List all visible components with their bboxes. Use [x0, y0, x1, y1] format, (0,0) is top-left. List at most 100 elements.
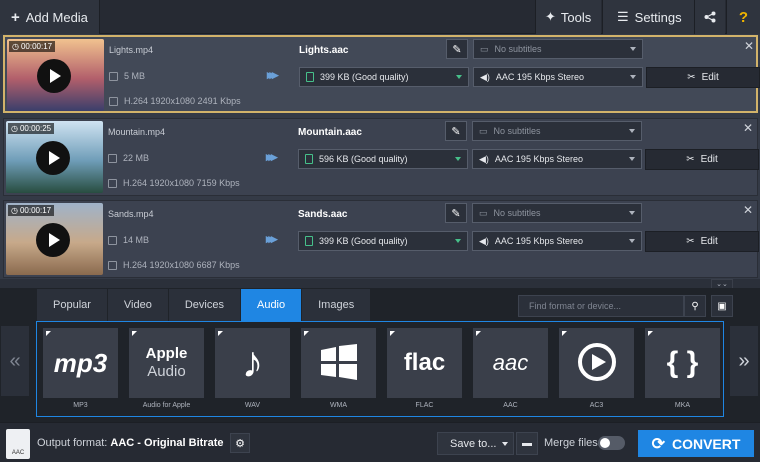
video-thumbnail[interactable]: ◷ 00:00:25	[6, 121, 103, 193]
format-tile-flac[interactable]: flac	[387, 328, 462, 398]
video-thumbnail[interactable]: ◷ 00:00:17	[7, 39, 104, 111]
file-row[interactable]: ◷ 00:00:17 Sands.mp4 14 MB H.264 1920x108…	[3, 200, 759, 278]
quality-dropdown[interactable]: 596 KB (Good quality)	[298, 149, 468, 169]
merge-files-toggle[interactable]	[598, 436, 625, 450]
file-row[interactable]: ◷ 00:00:25 Mountain.mp4 22 MB H.264 1920x…	[3, 118, 759, 196]
tab-devices[interactable]: Devices	[168, 289, 241, 321]
close-icon[interactable]: ✕	[744, 39, 754, 53]
top-toolbar: + Add Media ✦ Tools ☰ Settings ?	[0, 0, 760, 34]
play-icon[interactable]	[36, 141, 70, 175]
arrow-right-icon: ▸▸▸	[267, 67, 278, 82]
output-format-text: Output format: AAC - Original Bitrate	[37, 437, 223, 449]
source-filename: Sands.mp4	[108, 209, 154, 219]
rename-button[interactable]: ✎	[446, 39, 468, 59]
format-tile-wma[interactable]	[301, 328, 376, 398]
file-quality-icon	[305, 236, 313, 246]
scroll-left-button[interactable]: «	[1, 326, 29, 396]
quality-dropdown[interactable]: 399 KB (Good quality)	[298, 231, 468, 251]
close-icon[interactable]: ✕	[743, 121, 753, 135]
corner-marker-icon	[304, 331, 309, 336]
quality-dropdown[interactable]: 399 KB (Good quality)	[299, 67, 469, 87]
flac-icon: flac	[403, 349, 446, 376]
tab-video[interactable]: Video	[107, 289, 169, 321]
merge-files-label: Merge files:	[544, 437, 601, 449]
caret-down-icon	[630, 47, 636, 51]
video-thumbnail[interactable]: ◷ 00:00:17	[6, 203, 103, 275]
edit-button[interactable]: ✂ Edit	[646, 67, 760, 88]
subtitles-dropdown[interactable]: ▭ No subtitles	[472, 121, 642, 141]
settings-button[interactable]: ☰ Settings	[602, 0, 694, 34]
subtitles-dropdown[interactable]: ▭ No subtitles	[473, 39, 643, 59]
clock-icon: ◷	[11, 124, 18, 133]
output-sep: -	[137, 437, 141, 449]
save-to-dropdown[interactable]: Save to...	[437, 432, 514, 455]
plus-icon: +	[11, 8, 20, 26]
output-filename: Mountain.aac	[298, 127, 362, 138]
subtitles-dropdown[interactable]: ▭ No subtitles	[472, 203, 642, 223]
output-settings-button[interactable]: ⚙	[230, 433, 250, 453]
footer-bar: AAC Output format: AAC - Original Bitrat…	[0, 422, 760, 462]
audio-track-dropdown[interactable]: ◀) AAC 195 Kbps Stereo	[473, 67, 643, 87]
format-tile-wav[interactable]: ♪	[215, 328, 290, 398]
tab-audio[interactable]: Audio	[240, 289, 303, 321]
refresh-icon: ⟳	[651, 435, 665, 453]
output-bitrate: Original Bitrate	[144, 437, 224, 449]
format-tile-ac3[interactable]	[559, 328, 634, 398]
output-prefix: Output format:	[37, 437, 108, 449]
menu-icon: ☰	[617, 9, 629, 24]
output-filename: Sands.aac	[298, 209, 348, 220]
speaker-icon: ◀)	[479, 235, 489, 246]
corner-marker-icon	[648, 331, 653, 336]
tab-popular[interactable]: Popular	[37, 289, 108, 321]
chevron-right-icon: »	[738, 349, 750, 372]
edit-button[interactable]: ✂ Edit	[645, 231, 759, 252]
format-label: WMA	[329, 402, 348, 409]
scroll-right-button[interactable]: »	[730, 326, 758, 396]
format-tabs: Popular Video Devices Audio Images	[37, 289, 372, 321]
help-button[interactable]: ?	[726, 0, 760, 34]
speaker-icon: ◀)	[479, 153, 489, 164]
speech-bubble-icon: ▭	[480, 43, 489, 54]
search-button[interactable]: ⚲	[684, 295, 706, 317]
subtitles-text: No subtitles	[494, 44, 542, 54]
file-size-text: 22 MB	[123, 153, 150, 163]
corner-marker-icon	[390, 331, 395, 336]
file-row[interactable]: ◷ 00:00:17 Lights.mp4 5 MB H.264 1920x108…	[3, 35, 760, 113]
edit-button[interactable]: ✂ Edit	[645, 149, 759, 170]
detect-device-button[interactable]: ▣	[711, 295, 733, 317]
caret-down-icon	[629, 211, 635, 215]
play-icon[interactable]	[37, 59, 71, 93]
add-media-button[interactable]: + Add Media	[0, 0, 100, 34]
output-format-value: AAC	[110, 437, 135, 449]
rename-button[interactable]: ✎	[445, 121, 467, 141]
format-tile-mp3[interactable]: mp3	[43, 328, 118, 398]
audio-track-dropdown[interactable]: ◀) AAC 195 Kbps Stereo	[472, 231, 642, 251]
format-label: AC3	[589, 402, 604, 409]
corner-marker-icon	[476, 331, 481, 336]
tools-button[interactable]: ✦ Tools	[535, 0, 601, 34]
duration-text: 00:00:17	[19, 206, 52, 215]
caret-down-icon	[455, 239, 461, 243]
rename-button[interactable]: ✎	[445, 203, 467, 223]
format-label: Audio for Apple	[142, 402, 191, 409]
codec-text: H.264 1920x1080 2491 Kbps	[124, 96, 241, 106]
audio-track-dropdown[interactable]: ◀) AAC 195 Kbps Stereo	[472, 149, 642, 169]
format-tile-audio-for-apple[interactable]: Apple Audio	[129, 328, 204, 398]
caret-down-icon	[630, 75, 636, 79]
format-tile-mka[interactable]: { }	[645, 328, 720, 398]
format-tile-aac[interactable]: aac	[473, 328, 548, 398]
corner-marker-icon	[46, 331, 51, 336]
search-icon: ⚲	[691, 300, 699, 312]
scissors-icon: ✂	[686, 154, 695, 165]
help-icon: ?	[738, 8, 749, 26]
close-icon[interactable]: ✕	[743, 203, 753, 217]
convert-button[interactable]: ⟳ CONVERT	[638, 430, 754, 457]
open-folder-button[interactable]: ▬	[516, 432, 538, 455]
tab-images[interactable]: Images	[302, 289, 372, 321]
speech-bubble-icon: ▭	[479, 207, 488, 218]
mp3-icon: mp3	[53, 347, 108, 378]
format-search-input[interactable]: Find format or device...	[518, 295, 684, 317]
play-icon[interactable]	[36, 223, 70, 257]
output-format-icon: AAC	[6, 429, 30, 459]
share-button[interactable]	[694, 0, 725, 34]
